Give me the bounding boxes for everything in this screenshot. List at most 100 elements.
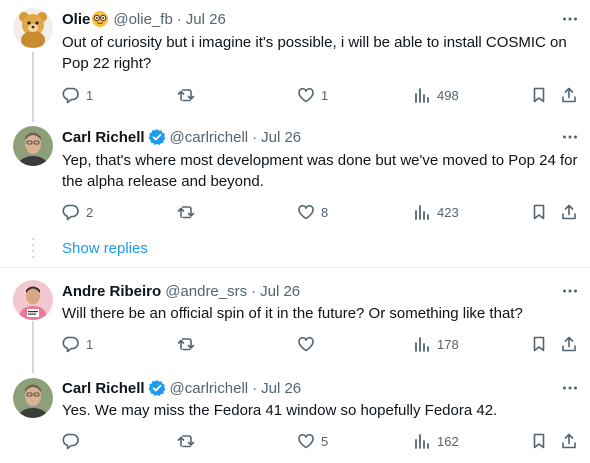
tweet-header: Olie @olie_fb · Jul 26 — [62, 9, 226, 29]
author-name[interactable]: Olie — [62, 11, 90, 28]
retweet-button[interactable] — [177, 201, 201, 223]
like-count: 8 — [321, 204, 329, 220]
retweet-icon — [177, 89, 195, 102]
share-button[interactable] — [560, 430, 578, 452]
views-icon — [415, 88, 429, 103]
man-pink-shirt-avatar[interactable] — [13, 280, 53, 320]
retweet-button[interactable] — [177, 84, 201, 106]
thread-dotted-connector — [32, 238, 34, 262]
tweet[interactable]: Carl Richell @carlrichell · Jul 26 Yes. … — [0, 371, 590, 463]
bookmark-button[interactable] — [530, 333, 548, 355]
more-icon[interactable] — [560, 281, 580, 301]
timestamp[interactable]: Jul 26 — [260, 283, 300, 300]
reply-count: 1 — [86, 87, 94, 103]
reply-count: 1 — [86, 336, 94, 352]
retweet-icon — [177, 338, 195, 351]
verified-badge-icon — [148, 379, 166, 397]
tweet-text: Yes. We may miss the Fedora 41 window so… — [62, 402, 498, 419]
retweet-button[interactable] — [177, 333, 201, 355]
separator-dot: · — [252, 379, 258, 397]
tweet-header: Carl Richell @carlrichell · Jul 26 — [62, 378, 301, 398]
reply-button[interactable] — [62, 430, 86, 452]
tweet-header: Carl Richell @carlrichell · Jul 26 — [62, 127, 301, 147]
views-button[interactable]: 423 — [413, 201, 459, 223]
timestamp[interactable]: Jul 26 — [261, 380, 301, 397]
bookmark-icon — [533, 433, 545, 449]
retweet-icon — [177, 206, 195, 219]
author-handle[interactable]: @carlrichell — [170, 129, 249, 146]
bookmark-button[interactable] — [530, 84, 548, 106]
reply-icon — [62, 204, 79, 221]
retweet-icon — [177, 435, 195, 448]
reply-count: 2 — [86, 204, 94, 220]
share-icon — [562, 87, 576, 103]
share-icon — [562, 336, 576, 352]
share-icon — [562, 204, 576, 220]
timestamp[interactable]: Jul 26 — [186, 11, 226, 28]
tweet[interactable]: Andre Ribeiro @andre_srs · Jul 26 Will t… — [0, 268, 590, 371]
tweet-actions: 5 162 — [0, 430, 590, 452]
tweet-text: Yep, that's where most development was d… — [62, 152, 578, 190]
author-name[interactable]: Carl Richell — [62, 380, 145, 397]
author-handle[interactable]: @olie_fb — [113, 11, 172, 28]
like-icon — [298, 204, 314, 220]
bookmark-button[interactable] — [530, 201, 548, 223]
like-button[interactable]: 8 — [297, 201, 328, 223]
views-count: 423 — [437, 204, 459, 220]
author-handle[interactable]: @carlrichell — [170, 380, 249, 397]
tweet-actions: 1 1 498 — [0, 84, 590, 106]
reply-icon — [62, 336, 79, 353]
bookmark-icon — [533, 336, 545, 352]
views-button[interactable]: 178 — [413, 333, 459, 355]
retweet-button[interactable] — [177, 430, 201, 452]
like-count: 1 — [321, 87, 329, 103]
like-count: 5 — [321, 433, 329, 449]
reply-button[interactable]: 1 — [62, 84, 93, 106]
like-button[interactable]: 5 — [297, 430, 328, 452]
separator-dot: · — [176, 10, 182, 28]
more-icon[interactable] — [560, 127, 580, 147]
more-icon[interactable] — [560, 378, 580, 398]
reply-icon — [62, 87, 79, 104]
bookmark-icon — [533, 204, 545, 220]
author-name[interactable]: Andre Ribeiro — [62, 283, 161, 300]
separator-dot: · — [252, 128, 258, 146]
nerd-face-emoji — [91, 10, 109, 28]
like-button[interactable] — [297, 333, 321, 355]
verified-badge-icon — [148, 128, 166, 146]
like-icon — [298, 433, 314, 449]
reply-button[interactable]: 1 — [62, 333, 93, 355]
tweet-text: Out of curiosity but i imagine it's poss… — [62, 34, 567, 72]
share-icon — [562, 433, 576, 449]
tweet-actions: 1 178 — [0, 333, 590, 355]
views-count: 498 — [437, 87, 459, 103]
like-button[interactable]: 1 — [297, 84, 328, 106]
share-button[interactable] — [560, 333, 578, 355]
like-icon — [298, 87, 314, 103]
tweet-actions: 2 8 423 — [0, 201, 590, 223]
teddy-bear-avatar[interactable] — [13, 8, 53, 48]
tweet-text: Will there be an official spin of it in … — [62, 305, 523, 322]
views-icon — [415, 337, 429, 352]
reply-button[interactable]: 2 — [62, 201, 93, 223]
tweet[interactable]: Olie @olie_fb · Jul 26 Out of curiosity … — [0, 0, 590, 118]
views-icon — [415, 434, 429, 449]
bookmark-button[interactable] — [530, 430, 548, 452]
views-button[interactable]: 162 — [413, 430, 459, 452]
show-replies-link[interactable]: Show replies — [62, 240, 148, 257]
reply-icon — [62, 433, 79, 450]
man-portrait-avatar[interactable] — [13, 378, 53, 418]
author-handle[interactable]: @andre_srs — [165, 283, 247, 300]
author-name[interactable]: Carl Richell — [62, 129, 145, 146]
more-icon[interactable] — [560, 9, 580, 29]
views-button[interactable]: 498 — [413, 84, 459, 106]
like-icon — [298, 336, 314, 352]
views-count: 162 — [437, 433, 459, 449]
tweet[interactable]: Carl Richell @carlrichell · Jul 26 Yep, … — [0, 118, 590, 238]
share-button[interactable] — [560, 201, 578, 223]
timestamp[interactable]: Jul 26 — [261, 129, 301, 146]
views-count: 178 — [437, 336, 459, 352]
share-button[interactable] — [560, 84, 578, 106]
views-icon — [415, 205, 429, 220]
man-portrait-avatar[interactable] — [13, 126, 53, 166]
